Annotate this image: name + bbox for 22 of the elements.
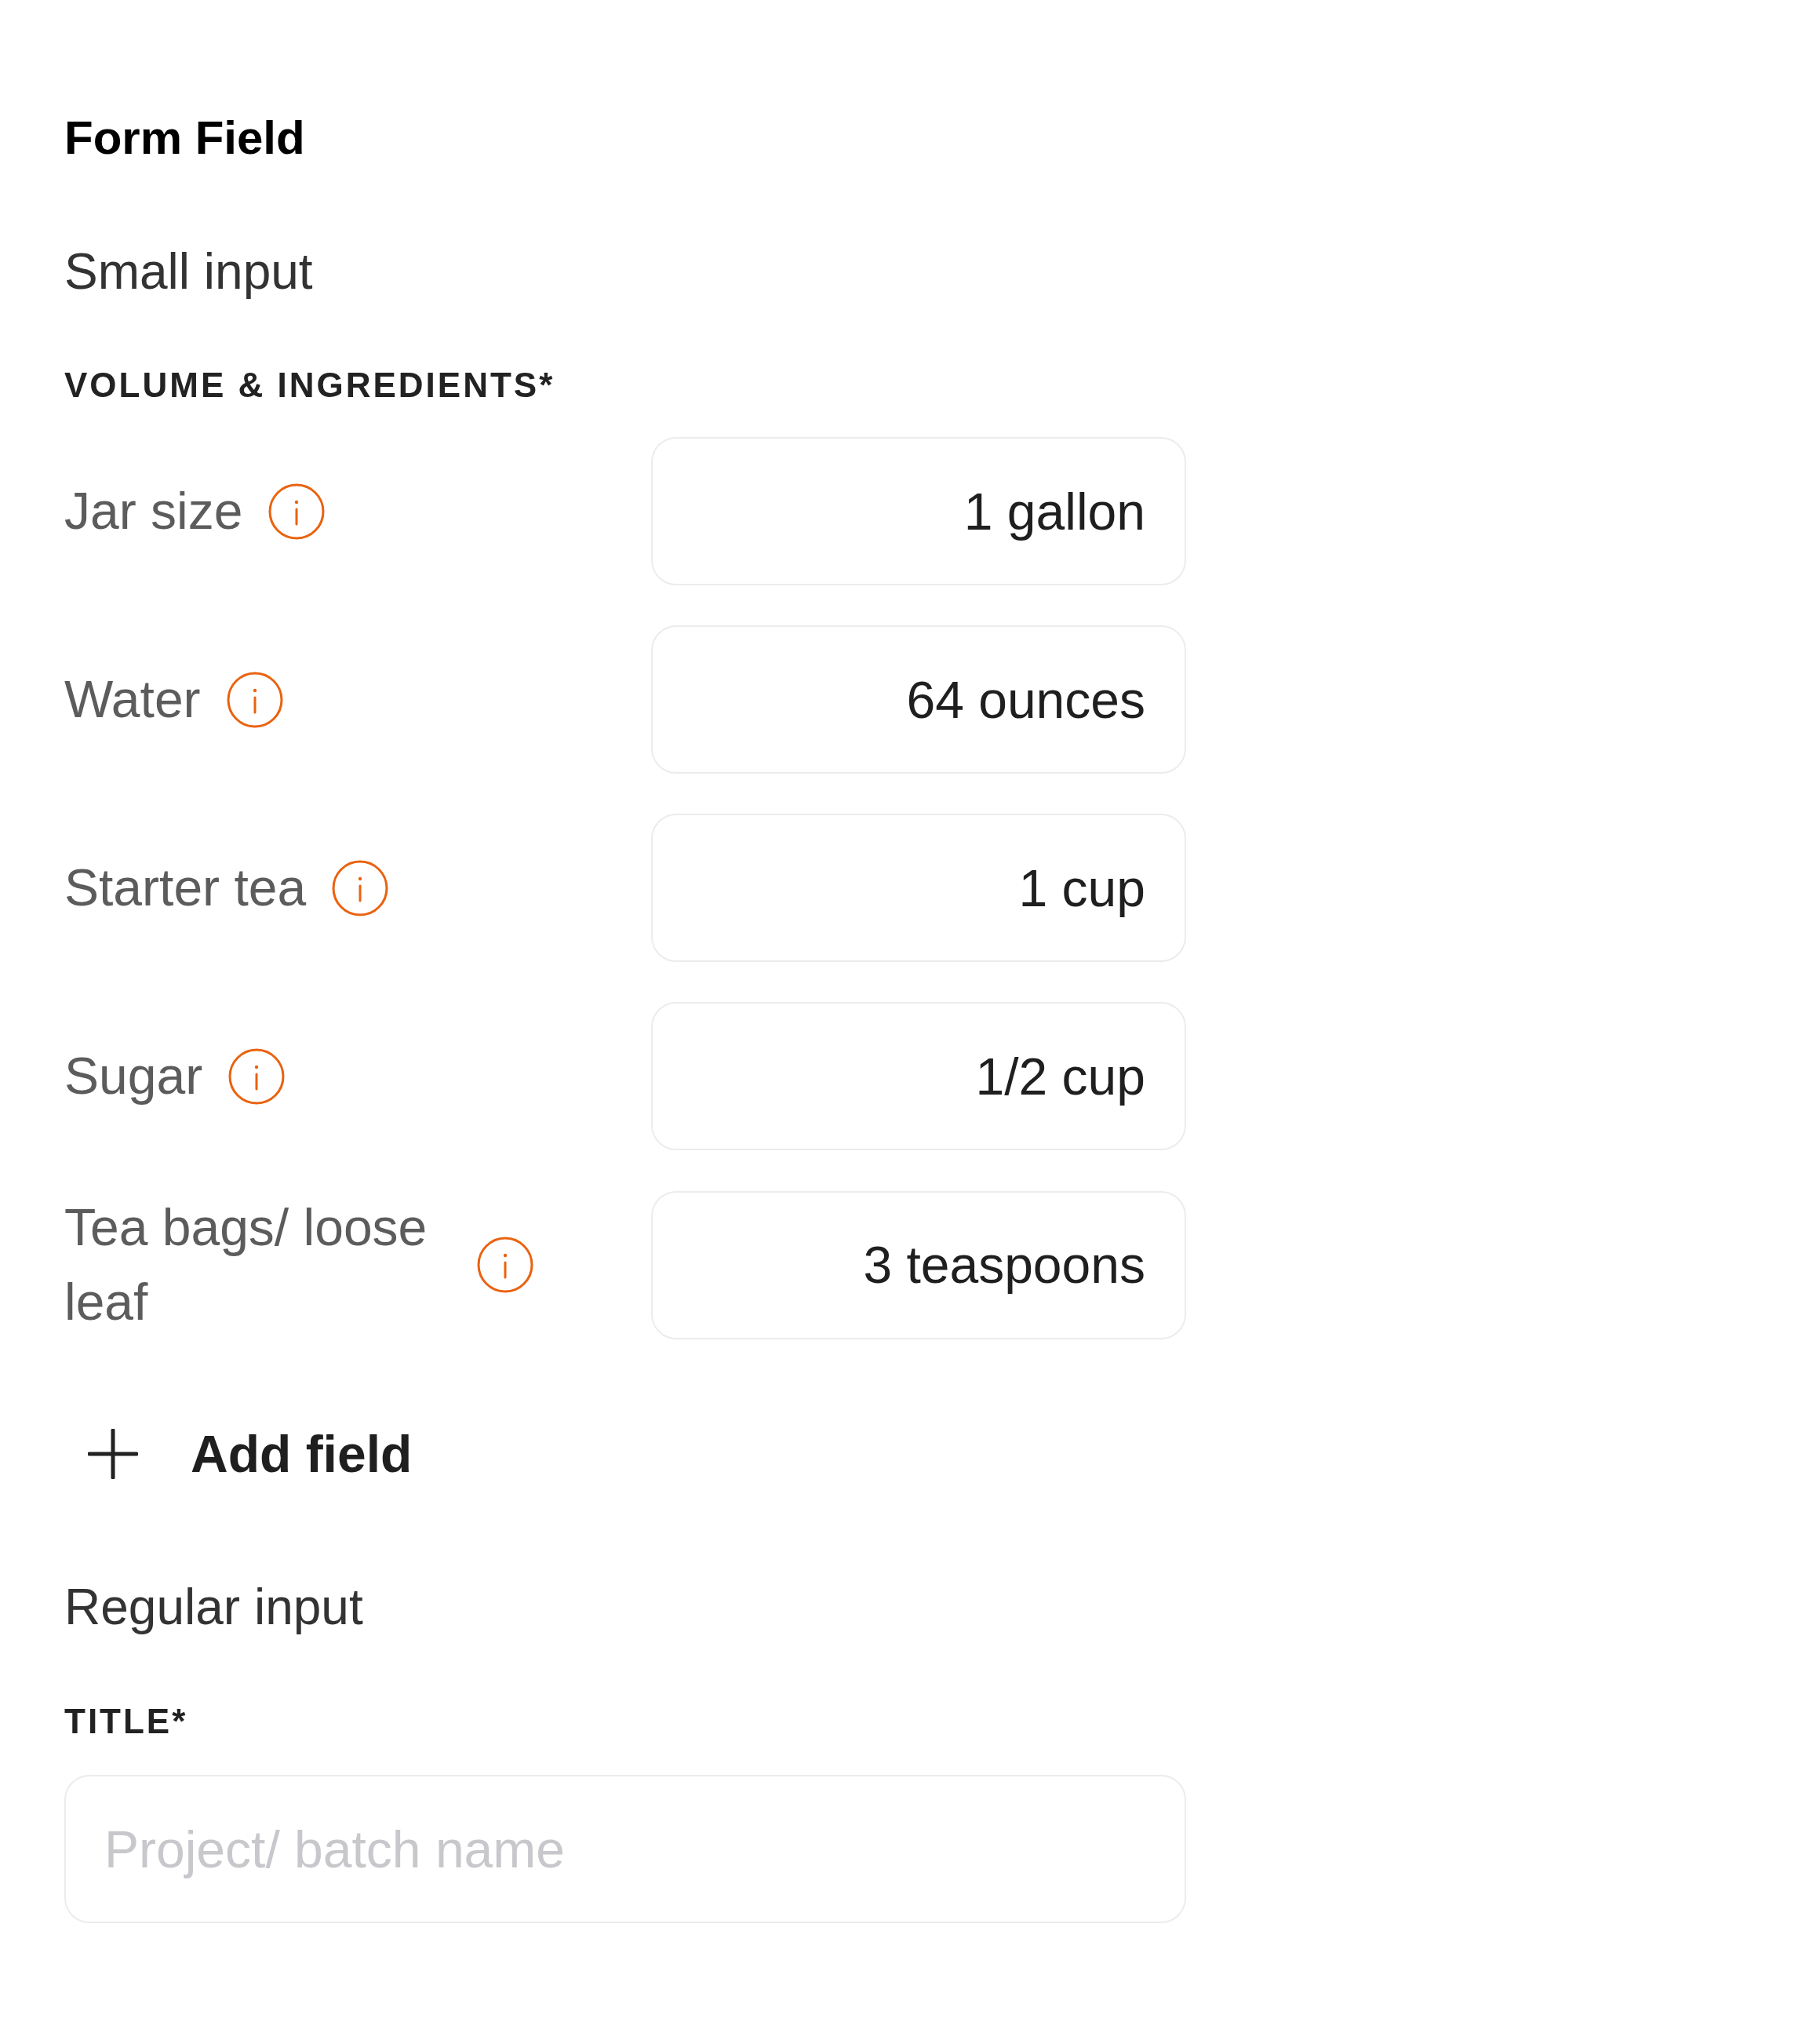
- info-icon: [477, 1237, 533, 1293]
- group-label: VOLUME & INGREDIENTS*: [64, 365, 556, 406]
- add-field-button[interactable]: Add field: [64, 1416, 436, 1492]
- section-heading: Regular input: [64, 1578, 364, 1637]
- input-field[interactable]: 3 teaspoons: [651, 1190, 1186, 1339]
- field-label: Sugar: [64, 1046, 203, 1106]
- page-title: Form Field: [64, 111, 306, 166]
- info-icon: [268, 483, 326, 540]
- input-field[interactable]: 64 ounces: [651, 625, 1186, 774]
- info-icon: [228, 1047, 286, 1105]
- field-label: TITLE*: [64, 1701, 189, 1742]
- input-field[interactable]: 1 gallon: [651, 437, 1186, 585]
- section-heading: Small input: [64, 242, 314, 301]
- info-icon: [226, 671, 283, 728]
- plus-icon: [88, 1429, 138, 1479]
- field-label: Tea bags/ loose leaf: [64, 1197, 428, 1332]
- info-icon: [332, 859, 389, 916]
- input-field[interactable]: 1/2 cup: [651, 1002, 1186, 1150]
- field-label: Water: [64, 669, 201, 730]
- field-label: Starter tea: [64, 858, 307, 918]
- input-field[interactable]: 1 cup: [651, 814, 1186, 962]
- field-label: Jar size: [64, 481, 243, 541]
